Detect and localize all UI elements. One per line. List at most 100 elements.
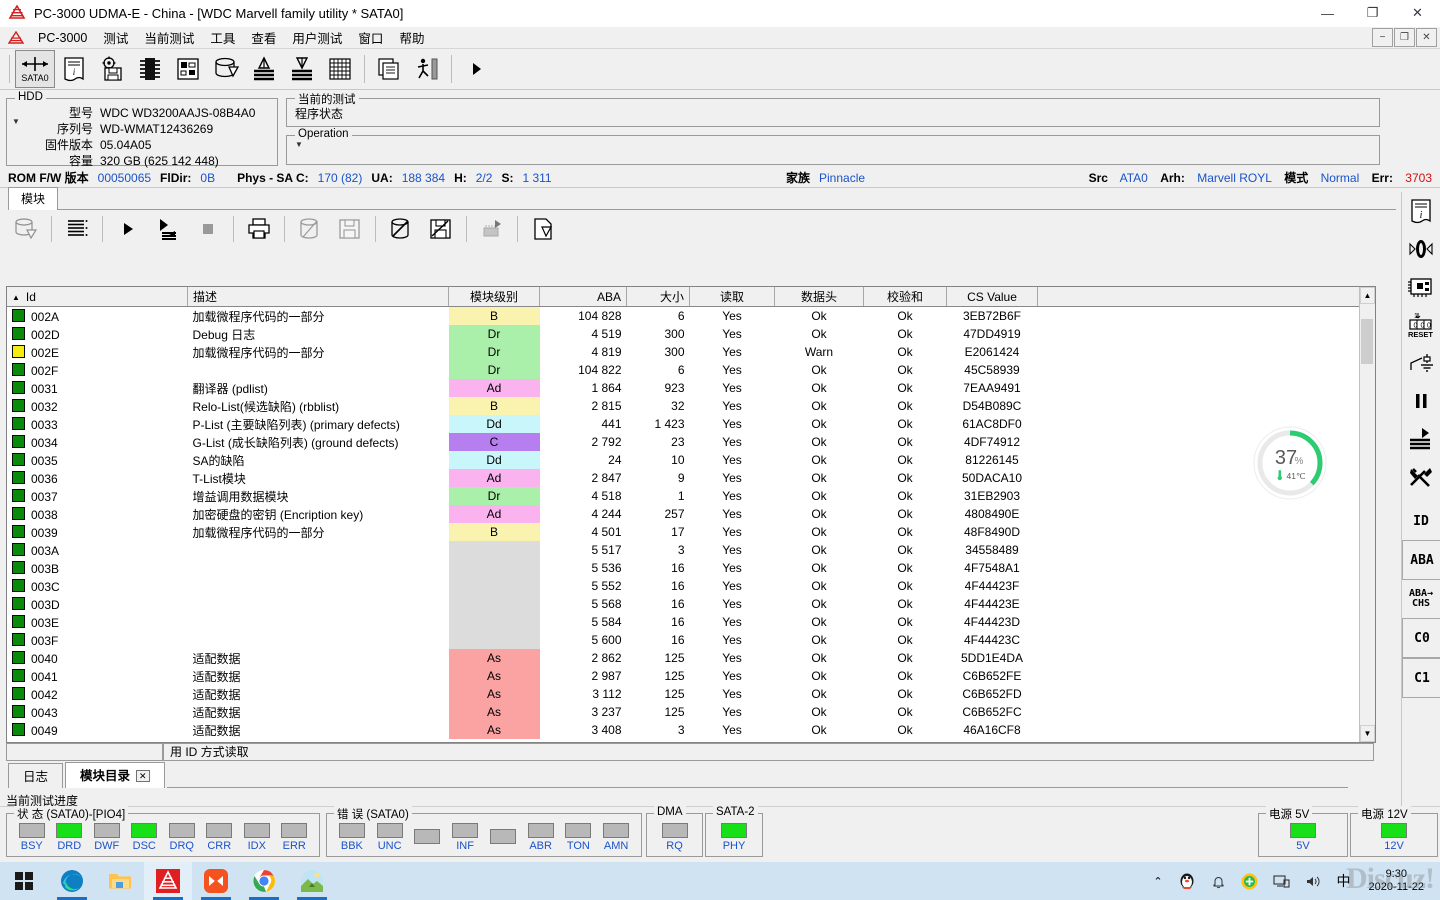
table-row[interactable]: 003B 5 536 16 Yes Ok Ok 4F7548A1 [7, 559, 1375, 577]
edge-browser[interactable] [48, 862, 96, 900]
column-header-aba[interactable]: ABA [539, 287, 627, 307]
table-row[interactable]: 0036 T-List模块 Ad 2 847 9 Yes Ok Ok 50DACA10 [7, 469, 1375, 487]
table-row[interactable]: 002D Debug 日志 Dr 4 519 300 Yes Ok Ok 47DD4919 [7, 325, 1375, 343]
table-vertical-scrollbar[interactable]: ▲ ▼ [1359, 287, 1375, 742]
scroll-up-arrow-icon[interactable]: ▲ [1360, 287, 1375, 304]
minimize-button[interactable]: — [1305, 0, 1350, 26]
photo-viewer[interactable] [288, 862, 336, 900]
read-module-button[interactable] [108, 212, 148, 246]
stop-button[interactable] [188, 212, 228, 246]
menu-item-pc3000[interactable]: PC-3000 [30, 29, 95, 47]
table-row[interactable]: 0049 适配数据 As 3 408 3 Yes Ok Ok 46A16CF8 [7, 721, 1375, 739]
drive-id-button[interactable]: i [55, 51, 93, 87]
table-row[interactable]: 0034 G-List (成长缺陷列表) (ground defects) C 2 7… [7, 433, 1375, 451]
table-row[interactable]: 0037 增益调用数据模块 Dr 4 518 1 Yes Ok Ok 31EB2903 [7, 487, 1375, 505]
notification-bell[interactable] [1204, 862, 1233, 900]
show-hidden-icons[interactable]: ⌃ [1146, 862, 1169, 900]
run-test-icon[interactable]: ▼ [1402, 420, 1440, 458]
c0-button[interactable]: C0 [1402, 618, 1440, 658]
column-header-extra[interactable] [1037, 287, 1375, 307]
taskbar-clock[interactable]: 9:30 2020-11-22 [1359, 868, 1434, 894]
column-header-id[interactable]: ▲ Id [7, 287, 188, 307]
module-chip-button[interactable] [472, 212, 512, 246]
read-all-modules-button[interactable] [148, 212, 188, 246]
table-row[interactable]: 003F 5 600 16 Yes Ok Ok 4F44423C [7, 631, 1375, 649]
tab-log[interactable]: 日志 [8, 763, 64, 788]
drive-id-icon[interactable]: i [1402, 192, 1440, 230]
run-button[interactable] [457, 51, 495, 87]
rom-chip-button[interactable] [131, 51, 169, 87]
network-icon[interactable] [1266, 862, 1297, 900]
mdi-close-button[interactable]: ✕ [1416, 28, 1437, 47]
tab-module[interactable]: 模块 [8, 187, 59, 210]
tab-module-directory[interactable]: 模块目录 ✕ [65, 762, 165, 788]
tools-icon[interactable] [1402, 458, 1440, 496]
table-row[interactable]: 0042 适配数据 As 3 112 125 Yes Ok Ok C6B652FD [7, 685, 1375, 703]
pcb-chip-icon[interactable] [1402, 268, 1440, 306]
export-button[interactable] [523, 212, 563, 246]
column-header-size[interactable]: 大小 [626, 287, 690, 307]
menu-item-window[interactable]: 窗口 [350, 26, 391, 49]
column-header-read[interactable]: 读取 [689, 287, 775, 307]
chrome-browser[interactable] [240, 862, 288, 900]
table-row[interactable]: 002E 加载微程序代码的一部分 Dr 4 819 300 Yes Warn Ok E20614… [7, 343, 1375, 361]
menu-item-user-test[interactable]: 用户测试 [284, 26, 350, 49]
column-header-description[interactable]: 描述 [187, 287, 449, 307]
menu-item-test[interactable]: 测试 [95, 26, 136, 49]
table-row[interactable]: 0039 加载微程序代码的一部分 B 4 501 17 Yes Ok Ok 48F8490D [7, 523, 1375, 541]
table-row[interactable]: 0041 适配数据 As 2 987 125 Yes Ok Ok C6B652FE [7, 667, 1375, 685]
table-row[interactable]: 002F Dr 104 822 6 Yes Ok Ok 45C58939 [7, 361, 1375, 379]
table-row[interactable]: 003A 5 517 3 Yes Ok Ok 34558489 [7, 541, 1375, 559]
table-row[interactable]: 0033 P-List (主要缺陷列表) (primary defects) Dd 4… [7, 415, 1375, 433]
write-module-file-button[interactable] [421, 212, 461, 246]
table-row[interactable]: 003C 5 552 16 Yes Ok Ok 4F44423F [7, 577, 1375, 595]
write-module-button[interactable] [381, 212, 421, 246]
foxmail-app[interactable] [192, 862, 240, 900]
load-modules-button[interactable] [6, 212, 46, 246]
utility-settings-button[interactable] [93, 51, 131, 87]
reset-counter-icon[interactable]: 1 0 0 0 RESET [1402, 306, 1440, 344]
table-row[interactable]: 003D 5 568 16 Yes Ok Ok 4F44423E [7, 595, 1375, 613]
hardware-info-button[interactable] [169, 51, 207, 87]
hdd-dropdown-caret-icon[interactable]: ▼ [12, 117, 20, 126]
data-extractor-button[interactable] [408, 51, 446, 87]
ime-indicator[interactable]: 中 [1330, 862, 1358, 900]
id-button[interactable]: ID [1402, 502, 1440, 540]
sector-map-button[interactable] [321, 51, 359, 87]
copy-module-button[interactable] [290, 212, 330, 246]
table-row[interactable]: 0035 SA的缺陷 Dd 24 10 Yes Ok Ok 81226145 [7, 451, 1375, 469]
table-row[interactable]: 0032 Relo-List(候选缺陷) (rbblist) B 2 815 32 Yes… [7, 397, 1375, 415]
menu-item-current-test[interactable]: 当前测试 [136, 26, 202, 49]
c1-button[interactable]: C1 [1402, 658, 1440, 698]
save-module-button[interactable] [330, 212, 370, 246]
menu-item-help[interactable]: 帮助 [391, 26, 432, 49]
ground-switch-icon[interactable] [1402, 344, 1440, 382]
scroll-down-arrow-icon[interactable]: ▼ [1360, 725, 1375, 742]
tab-close-icon[interactable]: ✕ [136, 770, 150, 782]
table-row[interactable]: 0043 适配数据 As 3 237 125 Yes Ok Ok C6B652FC [7, 703, 1375, 721]
security-icon[interactable] [1234, 862, 1265, 900]
write-test-button[interactable] [283, 51, 321, 87]
close-button[interactable]: ✕ [1395, 0, 1440, 26]
table-row[interactable]: 002A 加载微程序代码的一部分 B 104 828 6 Yes Ok Ok 3EB72B6F [7, 306, 1375, 325]
table-row[interactable]: 003E 5 584 16 Yes Ok Ok 4F44423D [7, 613, 1375, 631]
pause-icon[interactable] [1402, 382, 1440, 420]
list-view-button[interactable] [57, 212, 97, 246]
column-header-checksum[interactable]: 校验和 [863, 287, 947, 307]
file-explorer[interactable] [96, 862, 144, 900]
power-toggle-icon[interactable] [1402, 230, 1440, 268]
maximize-button[interactable]: ❐ [1350, 0, 1395, 26]
column-header-cs-value[interactable]: CS Value [946, 287, 1038, 307]
aba-chs-button[interactable]: ABA→ CHS [1402, 580, 1440, 618]
sata0-port-button[interactable]: SATA0 [15, 50, 55, 88]
mdi-restore-button[interactable]: ❐ [1394, 28, 1415, 47]
operation-dropdown-caret-icon[interactable]: ▼ [287, 136, 1379, 151]
temperature-gauge[interactable]: 37 % 41℃ [1252, 425, 1328, 501]
column-header-data-header[interactable]: 数据头 [774, 287, 864, 307]
table-row[interactable]: 0040 适配数据 As 2 862 125 Yes Ok Ok 5DD1E4DA [7, 649, 1375, 667]
disk-eject-button[interactable] [207, 51, 245, 87]
read-test-button[interactable] [245, 51, 283, 87]
table-row[interactable]: 0031 翻译器 (pdlist) Ad 1 864 923 Yes Ok Ok 7EAA949… [7, 379, 1375, 397]
copy-button[interactable] [370, 51, 408, 87]
volume-icon[interactable] [1298, 862, 1329, 900]
